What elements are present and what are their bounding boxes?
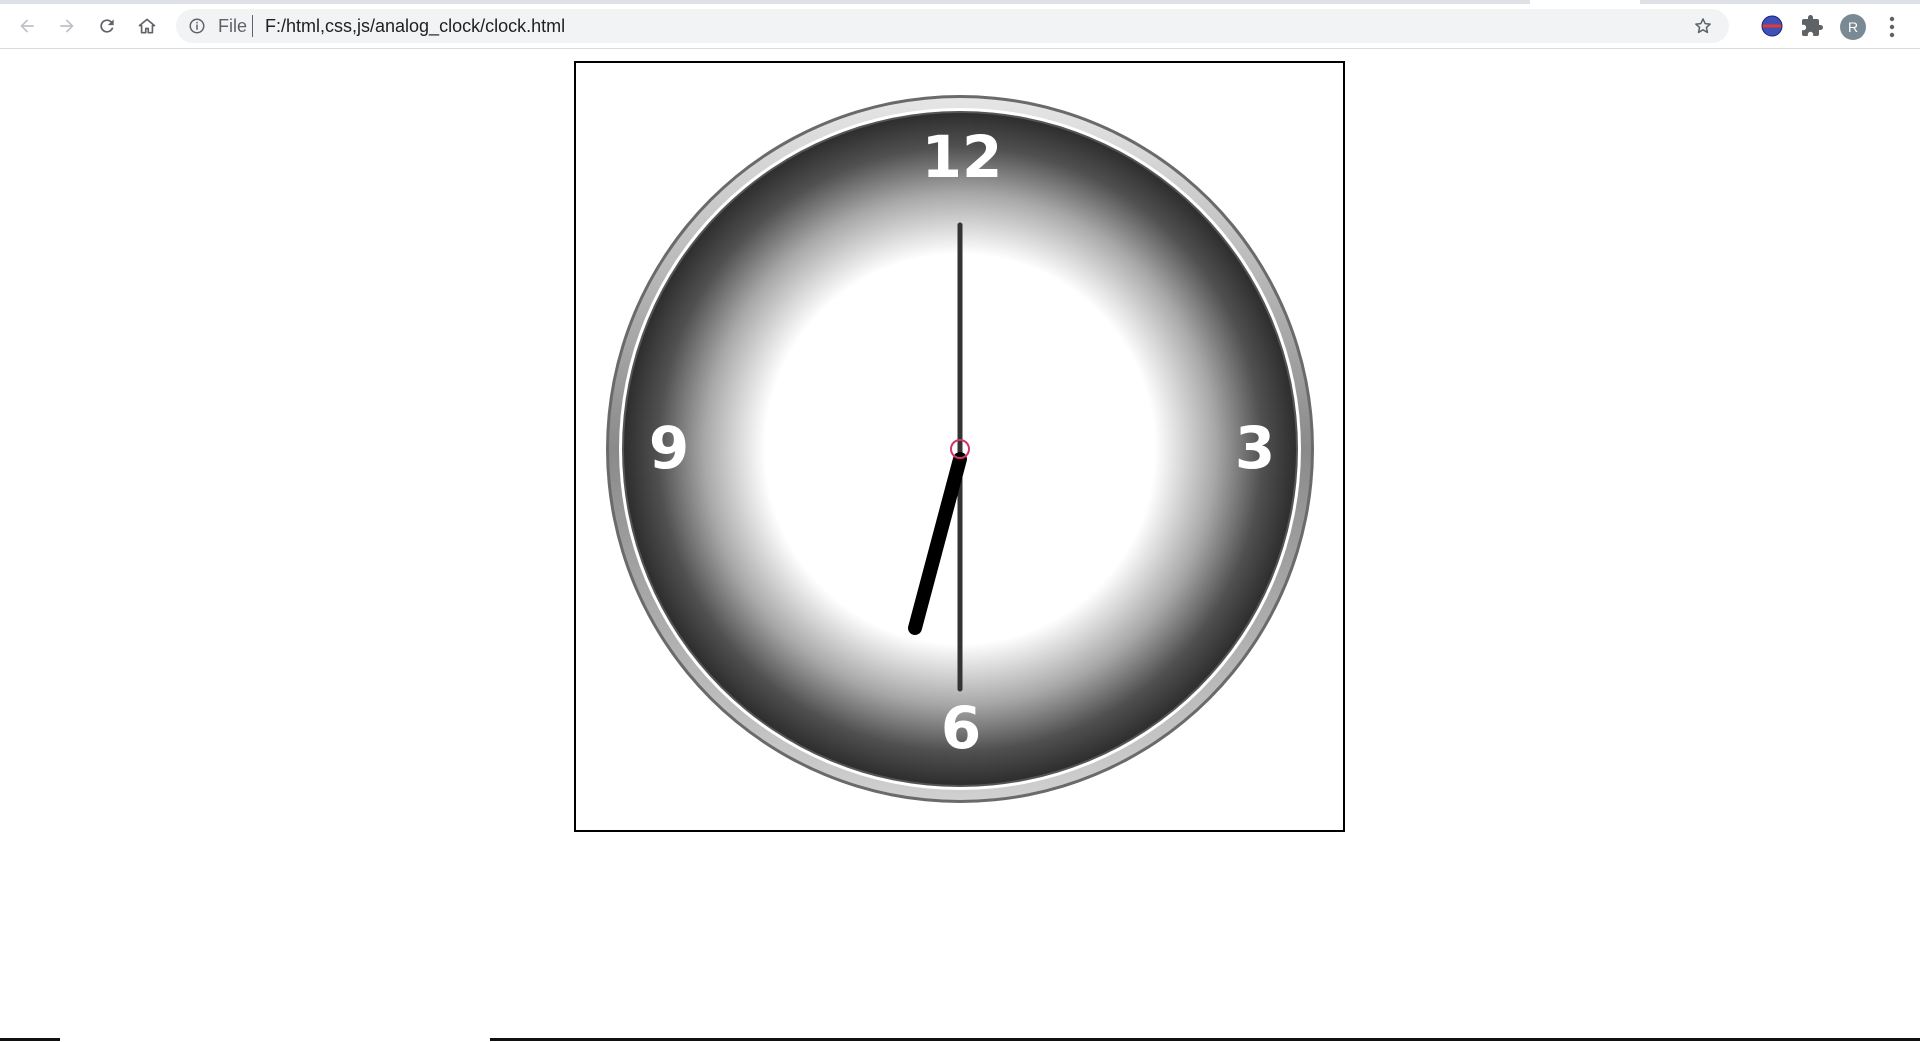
star-icon[interactable] (1693, 16, 1713, 36)
clock-canvas: 12 3 6 9 (574, 61, 1345, 832)
back-arrow-icon (20, 19, 34, 33)
url-text[interactable]: F:/html,css,js/analog_clock/clock.html (265, 17, 565, 35)
extension-globe-icon[interactable] (1760, 14, 1784, 38)
reload-icon (100, 19, 114, 33)
scheme-label: File (218, 16, 248, 36)
browser-toolbar: File F:/html,css,js/analog_clock/clock.h… (0, 4, 1920, 49)
numeral-9: 9 (649, 414, 689, 482)
forward-button[interactable] (51, 10, 83, 42)
home-button[interactable] (131, 10, 163, 42)
forward-arrow-icon (60, 19, 74, 33)
scheme-separator (252, 15, 253, 37)
analog-clock: 12 3 6 9 (606, 95, 1314, 803)
numeral-3: 3 (1235, 414, 1275, 482)
numeral-6: 6 (941, 694, 981, 762)
avatar[interactable]: R (1840, 14, 1866, 40)
info-icon[interactable] (188, 17, 206, 35)
address-bar[interactable]: File F:/html,css,js/analog_clock/clock.h… (176, 9, 1729, 43)
kebab-menu-icon[interactable] (1882, 14, 1902, 40)
reload-button[interactable] (91, 10, 123, 42)
numeral-12: 12 (922, 123, 1003, 191)
back-button[interactable] (11, 10, 43, 42)
home-icon (138, 18, 156, 34)
puzzle-icon[interactable] (1800, 14, 1824, 38)
bottom-strip (0, 1038, 1920, 1042)
